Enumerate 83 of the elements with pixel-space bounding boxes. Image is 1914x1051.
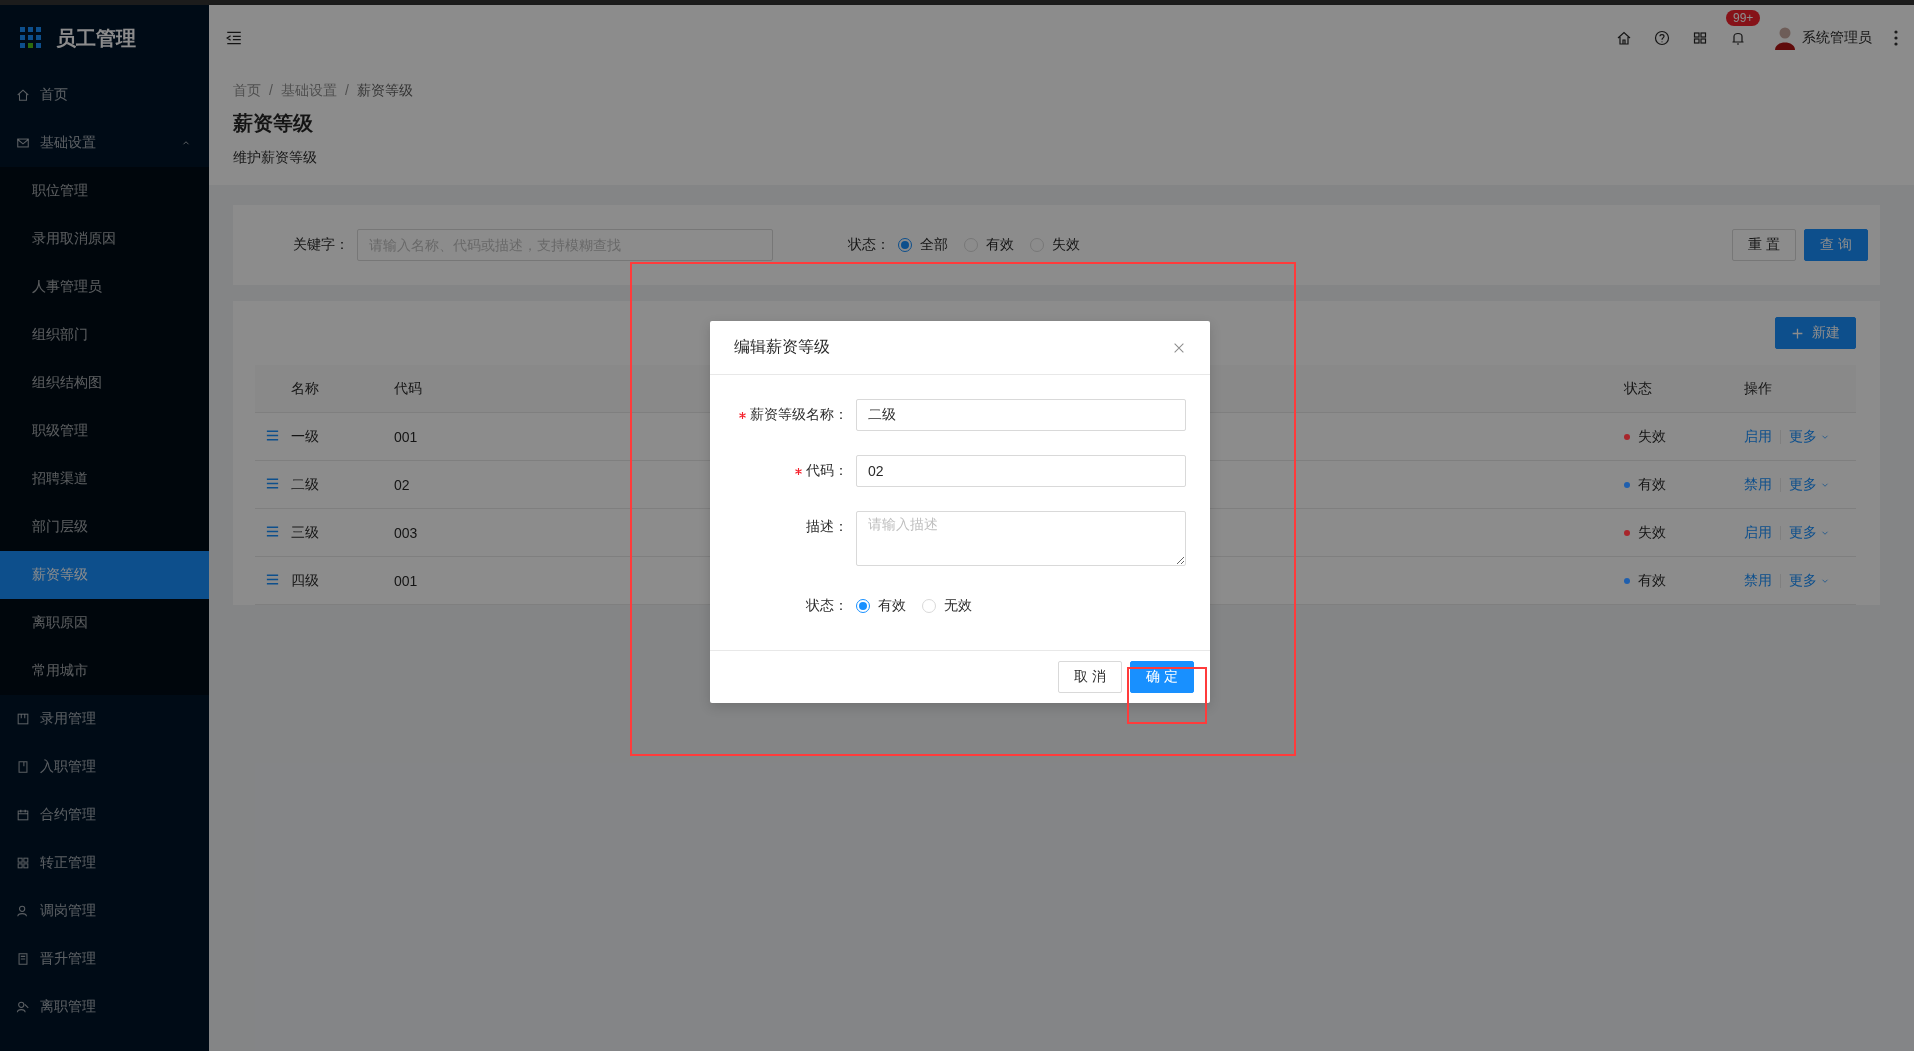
action-link[interactable]: 启用 <box>1744 523 1772 542</box>
apps-icon <box>1692 29 1708 46</box>
grid-logo-icon <box>20 27 42 49</box>
breadcrumb-item[interactable]: 基础设置 <box>280 82 337 100</box>
status-label: 状态： <box>848 236 890 254</box>
status-text: 有效 <box>1638 475 1666 494</box>
radio-circle[interactable] <box>856 599 870 613</box>
cancel-button[interactable]: 取 消 <box>1058 661 1123 693</box>
input-field[interactable]: 02 <box>856 455 1186 487</box>
radio-option[interactable]: 有效 <box>964 236 1014 254</box>
column-header: 名称 <box>291 379 319 398</box>
submenu-item[interactable]: 常用城市 <box>0 647 209 695</box>
input-field[interactable]: 二级 <box>856 399 1186 431</box>
submenu-item[interactable]: 职级管理 <box>0 407 209 455</box>
column-header: 状态 <box>1624 379 1652 398</box>
action-link[interactable]: 启用 <box>1744 427 1772 446</box>
field-label: 代码： <box>806 462 848 480</box>
submenu-item[interactable]: 录用取消原因 <box>0 215 209 263</box>
submenu-item[interactable]: 组织结构图 <box>0 359 209 407</box>
menu-item[interactable]: 首页 <box>0 71 209 119</box>
menu-item[interactable]: 基础设置 <box>0 119 209 167</box>
table-cell: 003 <box>394 524 418 541</box>
breadcrumb-separator: / <box>269 82 273 100</box>
submenu-item[interactable]: 职位管理 <box>0 167 209 215</box>
table-cell: 三级 <box>291 523 319 542</box>
radio-option[interactable]: 失效 <box>1030 236 1080 254</box>
menu-item[interactable]: 转正管理 <box>0 839 209 887</box>
action-link[interactable]: 禁用 <box>1744 571 1772 590</box>
action-link[interactable]: 更多 <box>1789 475 1830 494</box>
status-text: 有效 <box>1638 571 1666 590</box>
reset-button[interactable]: 重 置 <box>1732 229 1797 261</box>
menu-item[interactable]: 合约管理 <box>0 791 209 839</box>
table-cell: 001 <box>394 428 418 445</box>
table-cell: 02 <box>394 476 410 493</box>
submenu-item[interactable]: 组织部门 <box>0 311 209 359</box>
search-button[interactable]: 查 询 <box>1804 229 1868 261</box>
submenu-item[interactable]: 部门层级 <box>0 503 209 551</box>
breadcrumb-item[interactable]: 薪资等级 <box>356 82 413 100</box>
keyword-label: 关键字： <box>293 236 349 254</box>
page-title: 薪资等级 <box>233 111 314 136</box>
radio-circle[interactable] <box>898 238 912 252</box>
action-link[interactable]: 更多 <box>1789 523 1830 542</box>
column-header: 代码 <box>394 379 422 398</box>
table-cell: 二级 <box>291 475 319 494</box>
action-link[interactable]: 更多 <box>1789 427 1830 446</box>
menu-item[interactable]: 离职管理 <box>0 983 209 1031</box>
page-subtitle: 维护薪资等级 <box>233 149 318 167</box>
menu-item[interactable]: 调岗管理 <box>0 887 209 935</box>
menu-item[interactable]: 入职管理 <box>0 743 209 791</box>
radio-option[interactable]: 全部 <box>898 236 948 254</box>
submenu-item[interactable]: 离职原因 <box>0 599 209 647</box>
submenu-item[interactable]: 人事管理员 <box>0 263 209 311</box>
app-logo: 员工管理 <box>56 25 136 51</box>
avatar-icon <box>1774 25 1796 50</box>
radio-option[interactable]: 无效 <box>922 597 972 615</box>
confirm-button[interactable]: 确 定 <box>1130 661 1194 693</box>
submenu-item[interactable]: 薪资等级 <box>0 551 209 599</box>
table-cell: 四级 <box>291 571 319 590</box>
user-name[interactable]: 系统管理员 <box>1802 28 1872 47</box>
description-field[interactable]: 请输入描述 <box>856 511 1186 566</box>
action-link[interactable]: 更多 <box>1789 571 1830 590</box>
help-icon <box>1654 29 1670 46</box>
menu-item[interactable]: 录用管理 <box>0 695 209 743</box>
notification-badge: 99+ <box>1726 9 1761 26</box>
field-label: 薪资等级名称： <box>750 406 848 424</box>
submenu-item[interactable]: 招聘渠道 <box>0 455 209 503</box>
breadcrumb-item[interactable]: 首页 <box>233 82 261 100</box>
column-header: 操作 <box>1744 379 1772 398</box>
menu-item[interactable]: 晋升管理 <box>0 935 209 983</box>
action-link[interactable]: 禁用 <box>1744 475 1772 494</box>
table-cell: 一级 <box>291 427 319 446</box>
home-icon <box>1616 29 1632 46</box>
status-text: 失效 <box>1638 523 1666 542</box>
table-cell: 001 <box>394 572 418 589</box>
breadcrumb-separator: / <box>344 82 349 100</box>
status-text: 失效 <box>1638 427 1666 446</box>
more-icon[interactable] <box>1894 29 1898 46</box>
field-label: 状态： <box>806 597 848 615</box>
new-button[interactable]: 新建 <box>1775 317 1856 349</box>
field-label: 描述： <box>806 518 848 536</box>
dialog-title: 编辑薪资等级 <box>734 337 830 357</box>
plus-icon <box>1791 326 1804 340</box>
radio-option[interactable]: 有效 <box>856 597 906 615</box>
